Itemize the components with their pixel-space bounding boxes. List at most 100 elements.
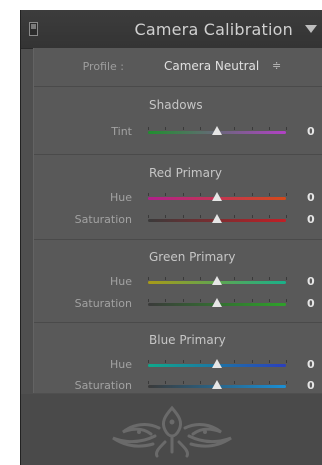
slider-thumb[interactable]	[212, 214, 222, 223]
slider-tick	[251, 127, 253, 130]
slider-tick	[165, 299, 167, 302]
panel-footer	[21, 394, 322, 465]
slider-tick	[182, 299, 184, 302]
slider-tick	[268, 127, 270, 130]
slider-tick	[286, 381, 287, 384]
section-title-green-primary: Green Primary	[149, 250, 236, 264]
blue-saturation-value[interactable]: 0	[307, 379, 315, 392]
camera-calibration-panel: Camera Calibration Profile : Camera Neut…	[20, 10, 322, 465]
slider-tick	[251, 215, 253, 218]
slider-tick	[251, 299, 253, 302]
slider-tick	[165, 277, 167, 280]
slider-tick	[251, 381, 253, 384]
section-title-blue-primary: Blue Primary	[149, 333, 226, 347]
blue-saturation-label: Saturation	[74, 379, 132, 392]
panel-header[interactable]: Camera Calibration	[21, 10, 322, 49]
green-hue-label: Hue	[109, 275, 132, 288]
slider-tick	[251, 360, 253, 363]
profile-select[interactable]: Camera Neutral	[164, 59, 259, 73]
shadows-tint-value[interactable]: 0	[307, 125, 315, 138]
slider-tick	[165, 215, 167, 218]
divider	[34, 154, 322, 155]
slider-tick	[268, 381, 270, 384]
green-hue-slider[interactable]	[148, 276, 287, 288]
slider-tick	[148, 277, 149, 280]
slider-tick	[251, 277, 253, 280]
slider-tick	[234, 215, 236, 218]
red-hue-value[interactable]: 0	[307, 191, 315, 204]
slider-thumb[interactable]	[212, 380, 222, 389]
slider-tick	[182, 193, 184, 196]
divider	[34, 86, 322, 87]
slider-tick	[234, 127, 236, 130]
slider-tick	[165, 127, 167, 130]
slider-tick	[182, 277, 184, 280]
slider-thumb[interactable]	[212, 192, 222, 201]
slider-tick	[148, 215, 149, 218]
slider-thumb[interactable]	[212, 276, 222, 285]
slider-tick	[234, 381, 236, 384]
profile-label: Profile :	[82, 60, 124, 73]
slider-tick	[286, 299, 287, 302]
slider-tick	[286, 193, 287, 196]
shadows-tint-slider[interactable]	[148, 126, 287, 138]
blue-hue-value[interactable]: 0	[307, 358, 315, 371]
slider-tick	[234, 299, 236, 302]
slider-tick	[199, 215, 201, 218]
slider-tick	[199, 127, 201, 130]
slider-tick	[182, 360, 184, 363]
red-hue-slider[interactable]	[148, 192, 287, 204]
green-saturation-value[interactable]: 0	[307, 297, 315, 310]
blue-saturation-slider[interactable]	[148, 380, 287, 392]
slider-tick	[165, 193, 167, 196]
slider-tick	[268, 277, 270, 280]
section-title-shadows: Shadows	[149, 98, 203, 112]
slider-tick	[286, 360, 287, 363]
red-hue-label: Hue	[109, 191, 132, 204]
divider	[34, 322, 322, 323]
slider-tick	[286, 277, 287, 280]
collapse-triangle-icon[interactable]	[305, 25, 317, 33]
panel-title: Camera Calibration	[134, 20, 293, 39]
tint-label: Tint	[111, 125, 132, 138]
slider-tick	[165, 381, 167, 384]
slider-thumb[interactable]	[212, 126, 222, 135]
slider-thumb[interactable]	[212, 298, 222, 307]
slider-tick	[199, 299, 201, 302]
slider-tick	[182, 381, 184, 384]
blue-hue-label: Hue	[109, 358, 132, 371]
slider-tick	[199, 193, 201, 196]
slider-tick	[182, 127, 184, 130]
slider-tick	[148, 193, 149, 196]
section-title-red-primary: Red Primary	[149, 166, 222, 180]
slider-tick	[234, 277, 236, 280]
tribal-ornament-icon	[112, 405, 232, 458]
up-down-arrows-icon[interactable]: ≑	[272, 59, 281, 72]
panel-body: Profile : Camera Neutral ≑ Shadows Tint …	[33, 48, 322, 393]
slider-tick	[268, 193, 270, 196]
slider-tick	[268, 215, 270, 218]
slider-tick	[199, 381, 201, 384]
profile-row: Profile : Camera Neutral ≑	[34, 48, 322, 86]
red-saturation-value[interactable]: 0	[307, 213, 315, 226]
slider-tick	[268, 360, 270, 363]
slider-tick	[234, 193, 236, 196]
slider-tick	[148, 381, 149, 384]
slider-tick	[199, 277, 201, 280]
red-saturation-label: Saturation	[74, 213, 132, 226]
green-hue-value[interactable]: 0	[307, 275, 315, 288]
slider-tick	[268, 299, 270, 302]
red-saturation-slider[interactable]	[148, 214, 287, 226]
slider-tick	[286, 127, 287, 130]
slider-tick	[199, 360, 201, 363]
slider-tick	[234, 360, 236, 363]
green-saturation-slider[interactable]	[148, 298, 287, 310]
green-saturation-label: Saturation	[74, 297, 132, 310]
slider-tick	[148, 299, 149, 302]
slider-tick	[182, 215, 184, 218]
slider-tick	[286, 215, 287, 218]
slider-tick	[148, 127, 149, 130]
blue-hue-slider[interactable]	[148, 359, 287, 371]
divider	[34, 239, 322, 240]
slider-thumb[interactable]	[212, 359, 222, 368]
